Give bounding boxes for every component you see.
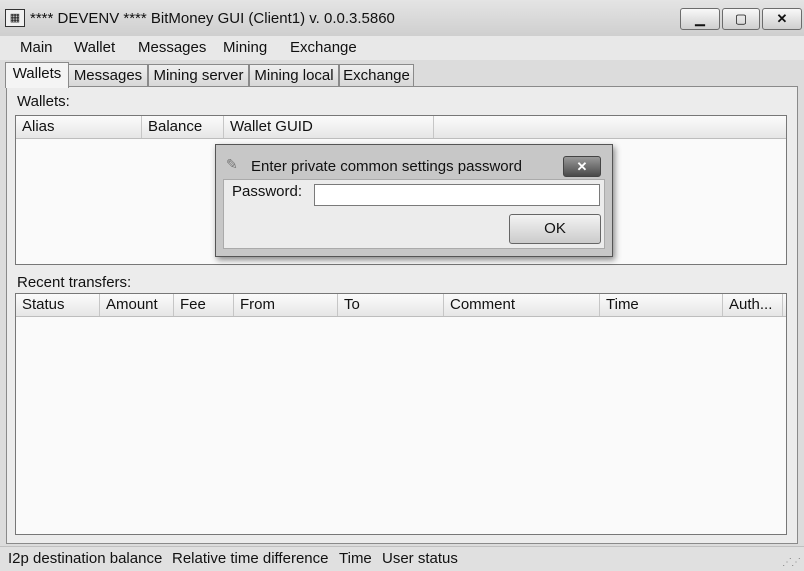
minimize-button[interactable]: ▁ [680, 8, 720, 30]
dialog-body: Password: OK [223, 179, 605, 249]
column-from[interactable]: From [234, 294, 338, 316]
menu-bar: Main Wallet Messages Mining Exchange [0, 36, 804, 60]
column-balance[interactable]: Balance [142, 116, 224, 138]
tab-wallets[interactable]: Wallets [5, 62, 69, 88]
column-alias[interactable]: Alias [16, 116, 142, 138]
recent-transfers-label: Recent transfers: [17, 274, 132, 291]
password-dialog: ✎ Enter private common settings password… [215, 144, 613, 257]
column-amount[interactable]: Amount [100, 294, 174, 316]
column-to[interactable]: To [338, 294, 444, 316]
column-auth[interactable]: Auth... [723, 294, 783, 316]
tab-exchange[interactable]: Exchange [339, 64, 414, 87]
status-bar: I2p destination balance Relative time di… [0, 546, 804, 571]
password-input[interactable] [314, 184, 600, 206]
window-title: **** DEVENV **** BitMoney GUI (Client1) … [30, 10, 395, 27]
status-i2p-balance: I2p destination balance [8, 550, 163, 567]
column-fee[interactable]: Fee [174, 294, 234, 316]
menu-wallet[interactable]: Wallet [74, 39, 115, 56]
app-icon: ▦ [5, 9, 25, 27]
menu-main[interactable]: Main [20, 39, 53, 56]
wallets-list-header: Alias Balance Wallet GUID [16, 116, 786, 139]
menu-exchange[interactable]: Exchange [290, 39, 357, 56]
tab-messages[interactable]: Messages [68, 64, 148, 87]
transfers-list[interactable]: Status Amount Fee From To Comment Time A… [15, 293, 787, 535]
title-bar: ▦ **** DEVENV **** BitMoney GUI (Client1… [0, 0, 804, 37]
status-time-difference: Relative time difference [172, 550, 329, 567]
menu-mining[interactable]: Mining [223, 39, 267, 56]
tab-strip: Wallets Messages Mining server Mining lo… [0, 62, 804, 88]
column-wallet-guid[interactable]: Wallet GUID [224, 116, 434, 138]
ok-button[interactable]: OK [509, 214, 601, 244]
tab-mining-server[interactable]: Mining server [148, 64, 249, 87]
column-time[interactable]: Time [600, 294, 723, 316]
column-status[interactable]: Status [16, 294, 100, 316]
resize-grip[interactable]: ⋰⋰ [782, 557, 801, 568]
dialog-close-button[interactable]: ✕ [563, 156, 601, 177]
column-comment[interactable]: Comment [444, 294, 600, 316]
transfers-list-header: Status Amount Fee From To Comment Time A… [16, 294, 786, 317]
status-user-status: User status [382, 550, 458, 567]
tab-mining-local[interactable]: Mining local [249, 64, 339, 87]
dialog-title: Enter private common settings password [251, 158, 522, 175]
status-time: Time [339, 550, 372, 567]
password-label: Password: [232, 183, 303, 200]
key-icon: ✎ [226, 156, 238, 172]
menu-messages[interactable]: Messages [138, 39, 206, 56]
close-button[interactable]: ✕ [762, 8, 802, 30]
wallets-label: Wallets: [17, 93, 70, 110]
maximize-button[interactable]: ▢ [722, 8, 760, 30]
